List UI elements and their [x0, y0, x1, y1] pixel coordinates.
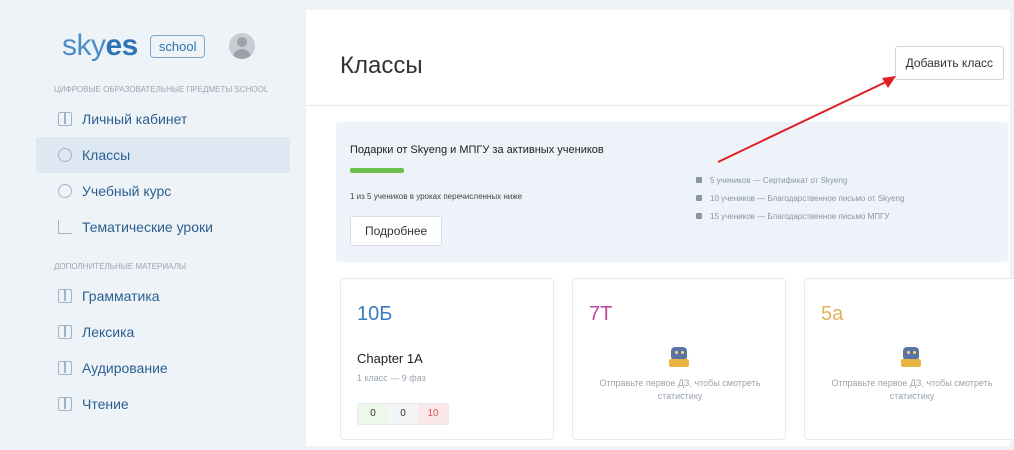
sidebar-item-course[interactable]: Учебный курс [36, 173, 290, 209]
gift-title: Подарки от Skyeng и МПГУ за активных уче… [350, 144, 604, 156]
sidebar-item-label: Лексика [82, 324, 135, 340]
sidebar-item-label: Учебный курс [82, 183, 172, 199]
school-badge: school [149, 34, 206, 58]
robot-icon [900, 345, 922, 367]
sidebar-caption-extra: ДОПОЛНИТЕЛЬНЫЕ МАТЕРИАЛЫ [54, 262, 186, 271]
sidebar-item-classes[interactable]: Классы [36, 137, 290, 173]
book-icon [58, 361, 72, 375]
reward-label: 15 учеников — Благодарственное письмо МП… [710, 211, 890, 221]
sidebar-item-reading[interactable]: Чтение [36, 386, 290, 422]
reward-item: 5 учеников — Сертификат от Skyeng [696, 172, 1006, 188]
tree-icon [58, 220, 72, 234]
class-card-5a[interactable]: 5а Отправьте первое ДЗ, чтобы смотреть с… [804, 278, 1014, 440]
more-button[interactable]: Подробнее [350, 216, 443, 246]
sidebar-item-vocabulary[interactable]: Лексика [36, 314, 290, 350]
sidebar-item-label: Грамматика [82, 288, 160, 304]
bullet-icon [696, 195, 702, 201]
logo-accent: es [105, 29, 139, 62]
logo-prefix: sky [62, 29, 106, 62]
class-stats: 0 0 10 [357, 403, 449, 425]
brand-header: skyes school [36, 18, 290, 74]
avatar[interactable] [229, 33, 256, 59]
sidebar-item-label: Классы [82, 147, 131, 163]
main-content: Классы Добавить класс Подарки от Skyeng … [306, 10, 1014, 446]
sidebar-item-label: Чтение [82, 396, 129, 412]
sidebar-item-label: Личный кабинет [82, 111, 188, 127]
graduation-cap-icon [58, 148, 72, 162]
page-header: Классы Добавить класс [306, 10, 1010, 106]
gift-banner: Подарки от Skyeng и МПГУ за активных уче… [336, 122, 1008, 262]
reward-list: 5 учеников — Сертификат от Skyeng 10 уче… [696, 172, 1006, 226]
sidebar: skyes school ЦИФРОВЫЕ ОБРАЗОВАТЕЛЬНЫЕ ПР… [28, 10, 298, 446]
sidebar-item-grammar[interactable]: Грамматика [36, 278, 290, 314]
circle-icon [58, 184, 72, 198]
stat-not-done: 10 [418, 404, 448, 424]
reward-item: 10 учеников — Благодарственное письмо от… [696, 190, 1006, 206]
book-icon [58, 112, 72, 126]
sidebar-item-listening[interactable]: Аудирование [36, 350, 290, 386]
app-window: skyes school ЦИФРОВЫЕ ОБРАЗОВАТЕЛЬНЫЕ ПР… [14, 10, 1014, 446]
book-icon [58, 397, 72, 411]
class-card-7t[interactable]: 7Т Отправьте первое ДЗ, чтобы смотреть с… [572, 278, 786, 440]
class-name: 7Т [589, 303, 613, 325]
sidebar-item-label: Аудирование [82, 360, 168, 376]
empty-stats-note: Отправьте первое ДЗ, чтобы смотреть стат… [599, 378, 761, 401]
skyes-logo[interactable]: skyes [62, 29, 138, 63]
sidebar-item-label: Тематические уроки [82, 219, 213, 235]
stat-in-progress: 0 [388, 404, 418, 424]
class-meta: 1 класс — 9 фаз [357, 373, 426, 383]
add-class-button[interactable]: Добавить класс [894, 46, 1004, 80]
sidebar-item-thematic[interactable]: Тематические уроки [36, 209, 290, 245]
class-name: 10Б [357, 303, 393, 325]
gift-progress-fill [350, 168, 404, 173]
gift-progress-bar [350, 168, 620, 173]
robot-icon [668, 345, 690, 367]
class-name: 5а [821, 303, 844, 325]
book-icon [58, 289, 72, 303]
stat-done: 0 [358, 404, 388, 424]
bullet-icon [696, 177, 702, 183]
reward-item: 15 учеников — Благодарственное письмо МП… [696, 208, 1006, 224]
empty-stats-note: Отправьте первое ДЗ, чтобы смотреть стат… [831, 378, 993, 401]
gift-note: 1 из 5 учеников в уроках перечисленных н… [350, 192, 523, 201]
page-title: Классы [340, 52, 423, 79]
class-cards: 10Б Chapter 1A 1 класс — 9 фаз 0 0 10 7Т… [332, 278, 1014, 446]
book-icon [58, 325, 72, 339]
reward-label: 5 учеников — Сертификат от Skyeng [710, 175, 848, 185]
sidebar-item-cabinet[interactable]: Личный кабинет [36, 101, 290, 137]
class-card-10b[interactable]: 10Б Chapter 1A 1 класс — 9 фаз 0 0 10 [340, 278, 554, 440]
reward-label: 10 учеников — Благодарственное письмо от… [710, 193, 905, 203]
bullet-icon [696, 213, 702, 219]
sidebar-caption-main: ЦИФРОВЫЕ ОБРАЗОВАТЕЛЬНЫЕ ПРЕДМЕТЫ SCHOOL [54, 85, 269, 94]
class-chapter: Chapter 1A [357, 351, 423, 366]
